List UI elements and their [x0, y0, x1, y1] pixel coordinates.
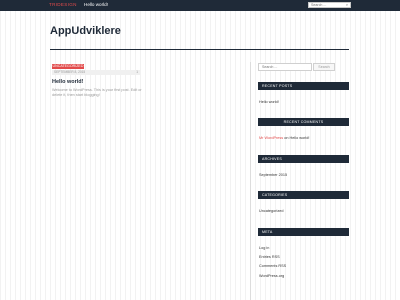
- site-title[interactable]: AppUdviklere: [50, 25, 121, 37]
- archive-link[interactable]: September 2015: [259, 173, 287, 177]
- sidebar-search-box[interactable]: [258, 63, 312, 71]
- category-link[interactable]: Uncategorized: [259, 209, 283, 213]
- top-bar-inner: TRIDESIGN Hello world! ⌕: [49, 0, 351, 11]
- sidebar-divider: [250, 62, 251, 300]
- meta-link-comments-rss[interactable]: Comments RSS: [259, 264, 286, 268]
- header-divider: [50, 49, 349, 50]
- meta-title: META: [258, 228, 349, 236]
- recent-comment: Mr WordPress on Hello world!: [259, 136, 309, 140]
- post-excerpt: Welcome to WordPress. This is your first…: [52, 88, 142, 97]
- top-search-input[interactable]: [309, 3, 345, 7]
- sidebar-search-input[interactable]: [259, 64, 310, 70]
- search-icon[interactable]: ⌕: [346, 3, 348, 7]
- post-date[interactable]: SEPTEMBER 8, 2015: [54, 70, 85, 75]
- comment-post-link[interactable]: Hello world!: [290, 136, 310, 140]
- meta-link-entries-rss[interactable]: Entries RSS: [259, 255, 280, 259]
- top-search-box[interactable]: ⌕: [308, 2, 351, 8]
- post-title[interactable]: Hello world!: [52, 79, 83, 85]
- archives-title: ARCHIVES: [258, 155, 349, 163]
- top-bar: TRIDESIGN Hello world! ⌕: [0, 0, 400, 11]
- site-link[interactable]: TRIDESIGN: [49, 2, 77, 7]
- post-meta: SEPTEMBER 8, 2015 1: [52, 70, 140, 75]
- category-badge[interactable]: UNCATEGORIZED: [52, 64, 84, 69]
- sidebar-search-button[interactable]: Search: [313, 63, 335, 71]
- categories-title: CATEGORIES: [258, 191, 349, 199]
- recent-comments-title: RECENT COMMENTS: [258, 118, 349, 126]
- meta-link-login[interactable]: Log in: [259, 246, 269, 250]
- comment-count[interactable]: 1: [136, 70, 138, 75]
- comment-author-link[interactable]: Mr WordPress: [259, 136, 283, 140]
- recent-post-link[interactable]: Hello world!: [259, 100, 279, 104]
- nav-link-hello-world[interactable]: Hello world!: [84, 2, 108, 7]
- meta-link-wordpress-org[interactable]: WordPress.org: [259, 274, 284, 278]
- recent-posts-title: RECENT POSTS: [258, 82, 349, 90]
